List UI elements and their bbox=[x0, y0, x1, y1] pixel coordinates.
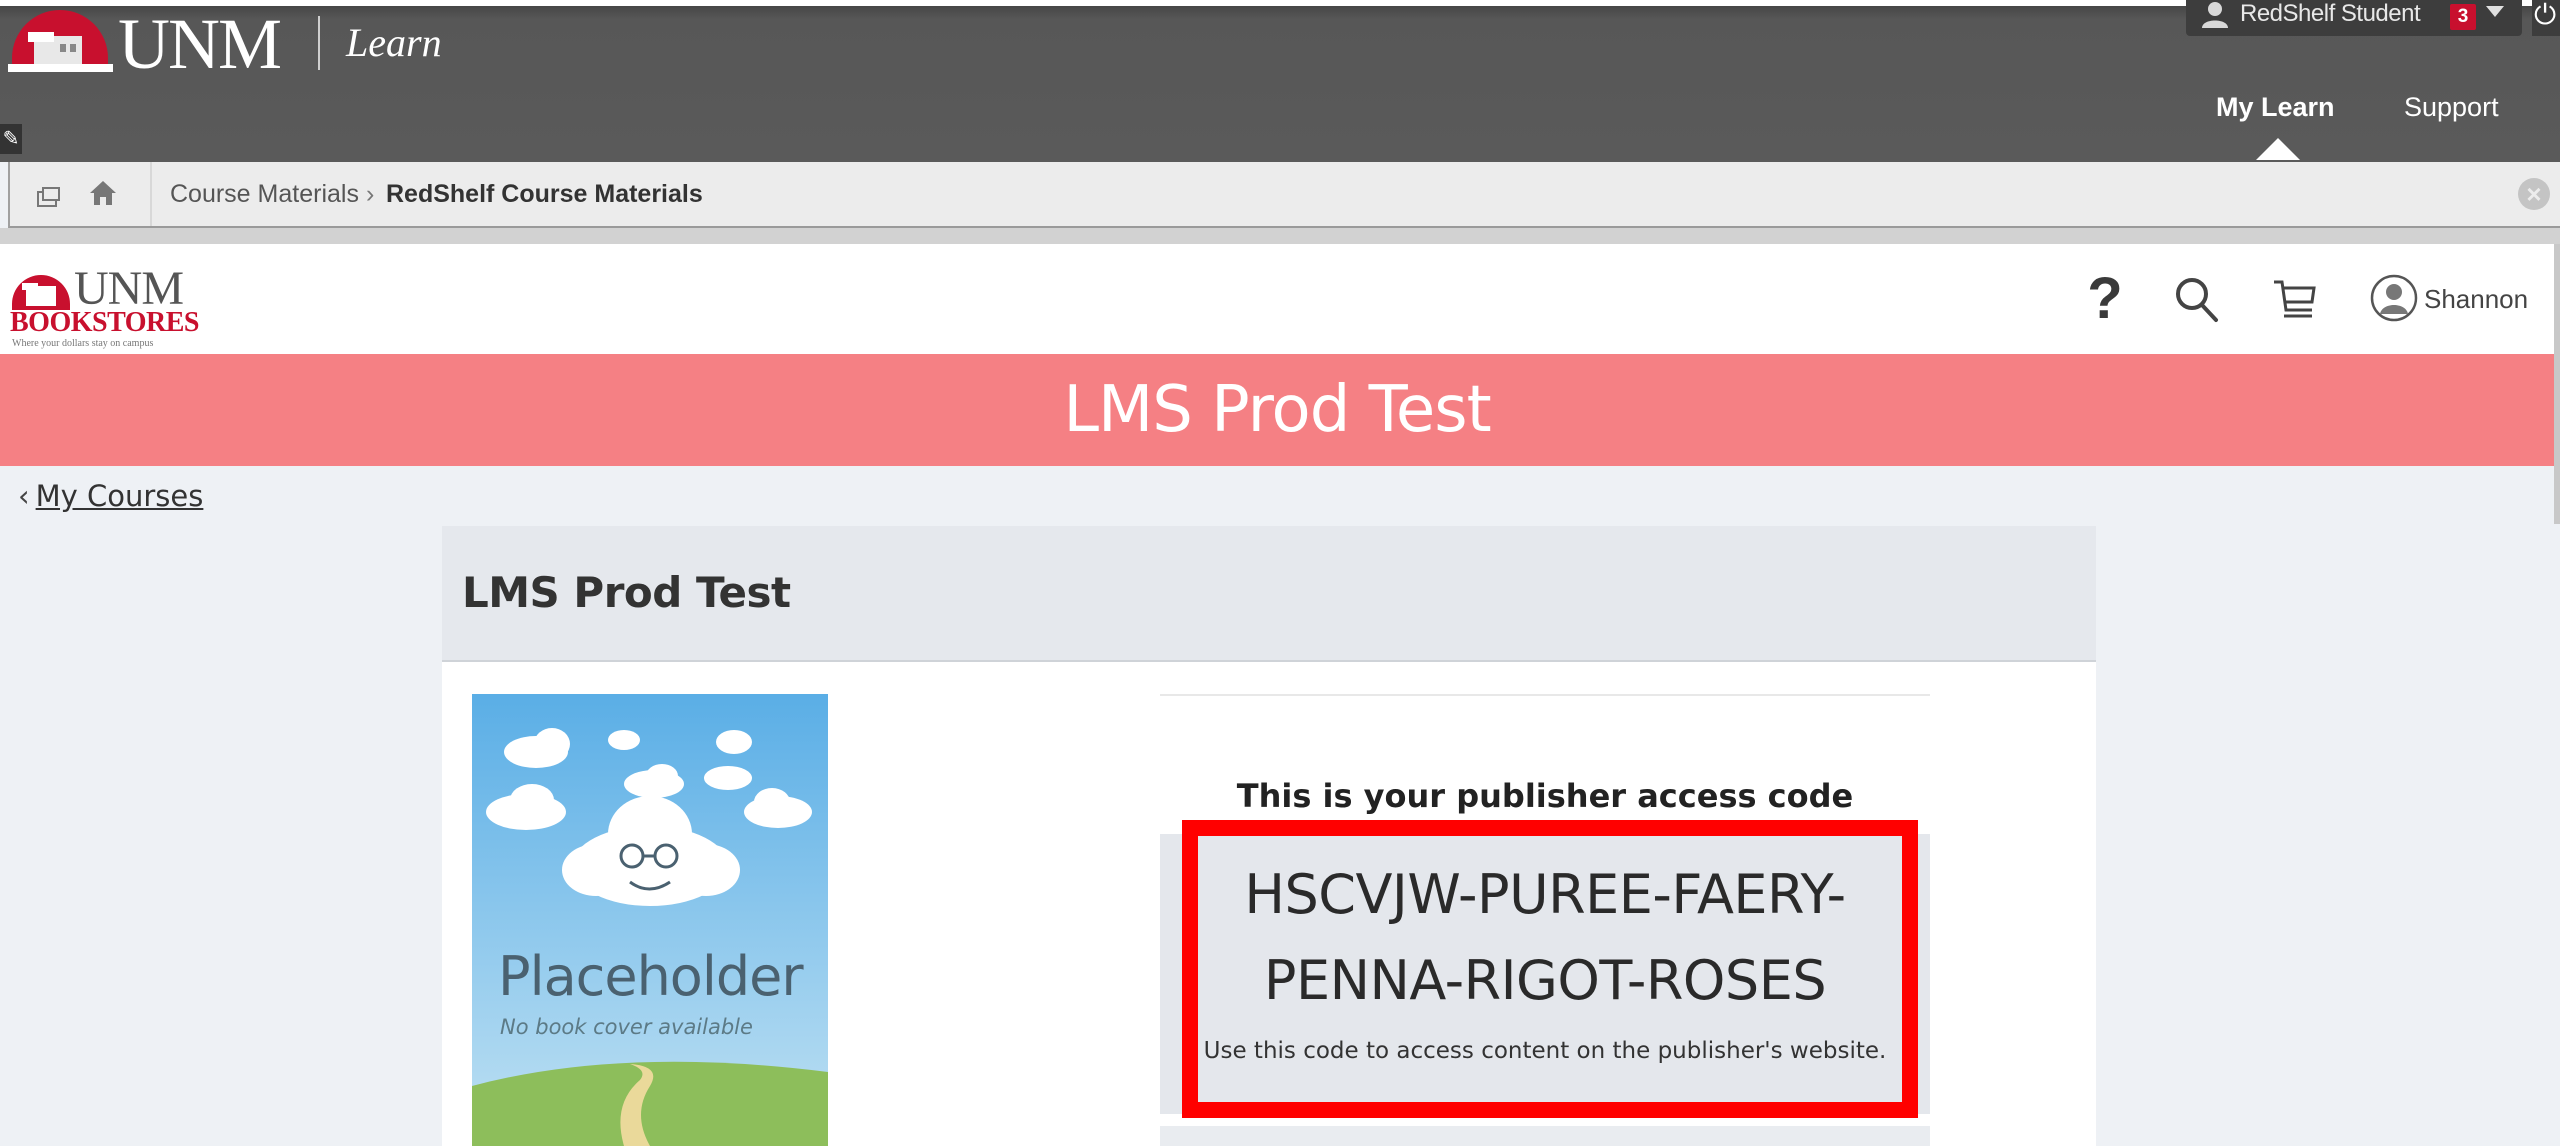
lms-header: UNM Learn ✎ RedShelf Student 3 ⏻ My Lear… bbox=[0, 0, 2560, 162]
unm-logo-icon[interactable] bbox=[8, 8, 113, 72]
book-cover[interactable]: Placeholder No book cover available bbox=[472, 694, 828, 1146]
breadcrumb-course-materials[interactable]: Course Materials bbox=[170, 162, 359, 226]
course-card-header: LMS Prod Test bbox=[442, 526, 2096, 662]
logout-icon[interactable]: ⏻ bbox=[2532, 0, 2560, 36]
chevron-down-icon[interactable] bbox=[2486, 6, 2504, 17]
tab-support[interactable]: Support bbox=[2404, 90, 2499, 124]
breadcrumb: Course Materials › RedShelf Course Mater… bbox=[8, 162, 2560, 228]
notification-badge[interactable]: 3 bbox=[2450, 4, 2476, 30]
access-code-line-1: HSCVJW-PUREE-FAERY- bbox=[1244, 863, 1846, 926]
logo-divider bbox=[318, 16, 320, 70]
access-code-note: Use this code to access content on the p… bbox=[1203, 1038, 1887, 1064]
panel-divider bbox=[1160, 694, 1930, 696]
unm-wordmark: UNM bbox=[118, 4, 282, 84]
chevron-left-icon: ‹ bbox=[18, 479, 30, 513]
bookstore-logo[interactable]: UNM BOOKSTORES Where your dollars stay o… bbox=[10, 258, 200, 350]
access-code-heading: This is your publisher access code bbox=[1236, 777, 1854, 815]
access-code-panel: This is your publisher access code HSCVJ… bbox=[1160, 694, 1930, 1146]
banner-title: LMS Prod Test bbox=[1063, 373, 1491, 447]
access-code-line-2: PENNA-RIGOT-ROSES bbox=[1263, 949, 1827, 1012]
user-name: RedShelf Student bbox=[2240, 0, 2421, 27]
account-icon[interactable] bbox=[2370, 274, 2418, 322]
close-icon[interactable]: × bbox=[2518, 178, 2550, 210]
bookstore-header: UNM BOOKSTORES Where your dollars stay o… bbox=[0, 244, 2554, 354]
scrollbar[interactable] bbox=[2554, 244, 2560, 524]
bookstore-logo-text: BOOKSTORES bbox=[10, 307, 200, 338]
breadcrumb-current: RedShelf Course Materials bbox=[386, 180, 703, 208]
tab-my-learn[interactable]: My Learn bbox=[2216, 90, 2335, 124]
cover-subtitle: No book cover available bbox=[500, 1015, 753, 1039]
course-banner: LMS Prod Test bbox=[0, 354, 2554, 466]
search-icon[interactable] bbox=[2172, 272, 2222, 326]
help-icon[interactable]: ? bbox=[2080, 270, 2130, 328]
bookstore-logo-icon bbox=[12, 275, 70, 310]
breadcrumb-shadow bbox=[0, 228, 2560, 244]
book-cover-image bbox=[472, 694, 828, 1146]
cover-title: Placeholder bbox=[498, 945, 804, 1008]
cart-icon[interactable] bbox=[2270, 272, 2320, 326]
back-to-my-courses-link[interactable]: ‹ My Courses bbox=[18, 478, 203, 514]
home-icon[interactable] bbox=[88, 178, 118, 208]
user-menu[interactable]: RedShelf Student 3 bbox=[2186, 0, 2522, 36]
active-tab-indicator bbox=[2256, 138, 2300, 160]
new-window-icon[interactable] bbox=[34, 182, 64, 212]
account-name[interactable]: Shannon bbox=[2424, 284, 2528, 314]
back-link-label: My Courses bbox=[35, 479, 204, 513]
top-edge bbox=[0, 0, 2560, 6]
breadcrumb-separator: › bbox=[366, 180, 375, 208]
course-title: LMS Prod Test bbox=[462, 568, 791, 617]
learn-wordmark: Learn bbox=[346, 20, 442, 65]
bookstore-tagline: Where your dollars stay on campus bbox=[12, 338, 154, 349]
user-icon bbox=[2202, 2, 2228, 28]
pin-icon[interactable]: ✎ bbox=[0, 124, 22, 154]
course-card: LMS Prod Test Placeholder No book cover … bbox=[442, 526, 2096, 1146]
breadcrumb-divider bbox=[150, 162, 152, 226]
panel-footer bbox=[1160, 1126, 1930, 1146]
